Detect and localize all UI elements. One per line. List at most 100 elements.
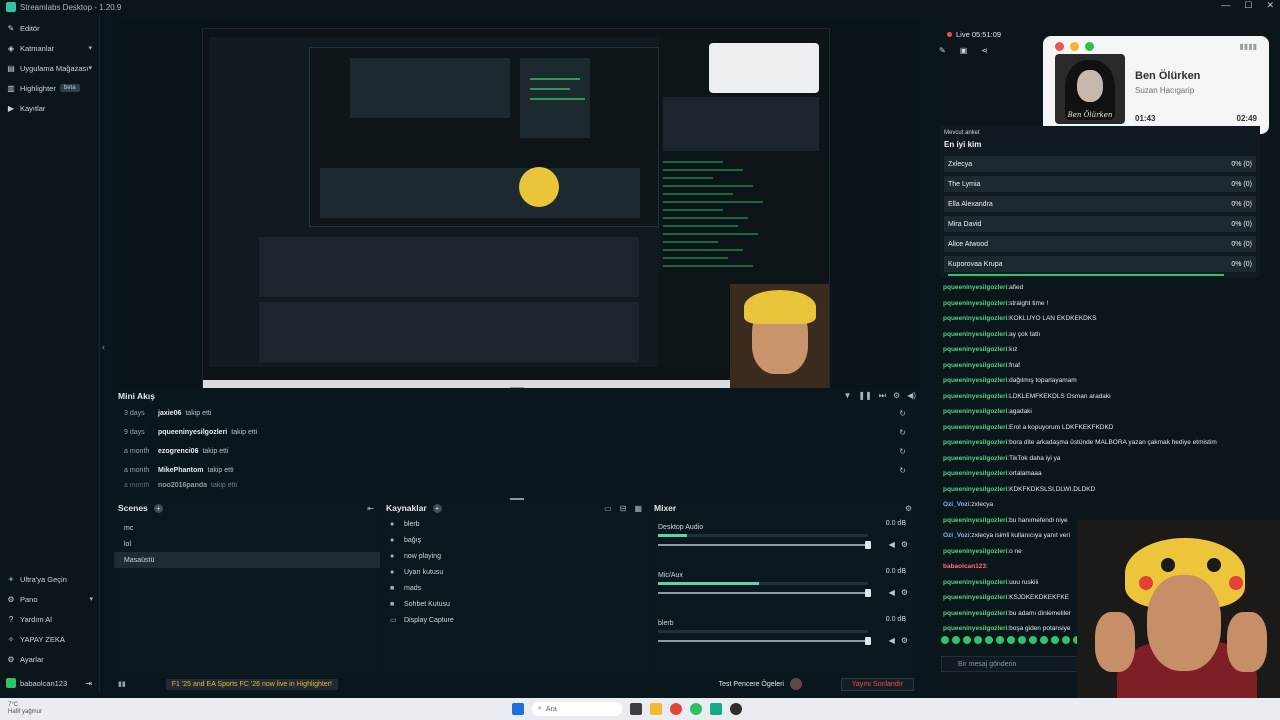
chat-username[interactable]: pqueeninyesilgozleri	[943, 393, 1007, 400]
end-stream-button[interactable]: Yayını Sonlandır	[840, 677, 914, 691]
source-item[interactable]: ● now playing	[382, 548, 648, 564]
chat-username[interactable]: pqueeninyesilgozleri	[943, 625, 1007, 632]
streamlabs-taskbar-icon[interactable]	[710, 703, 722, 715]
source-settings-icon[interactable]: ▦	[634, 504, 642, 513]
add-source-button[interactable]: +	[432, 503, 442, 513]
file-explorer-icon[interactable]	[650, 703, 662, 715]
close-icon[interactable]: ✕	[1266, 0, 1274, 11]
sidebar-item-store[interactable]: ▤ Uygulama Mağazası ▾	[0, 58, 99, 78]
search-box[interactable]: ⌕ Ara	[532, 702, 622, 716]
minus-icon[interactable]: ⊟	[620, 504, 627, 513]
replay-icon[interactable]: ↻	[899, 409, 906, 418]
source-item[interactable]: ■ Sohbet Kutusu	[382, 596, 648, 612]
volume-slider[interactable]	[658, 640, 868, 642]
chat-username[interactable]: pqueeninyesilgozleri	[943, 331, 1007, 338]
test-widgets-button[interactable]: Test Pencere Ögeleri	[719, 681, 784, 688]
source-item[interactable]: ● Uyarı kutusu	[382, 564, 648, 580]
speaker-icon[interactable]: ◀	[889, 588, 895, 597]
stream-preview[interactable]: ‹	[102, 20, 922, 393]
chat-username[interactable]: pqueeninyesilgozleri	[943, 455, 1007, 462]
chat-username[interactable]: pqueeninyesilgozleri	[943, 594, 1007, 601]
sidebar-item-ultra[interactable]: ✦ Ultra'ya Geçin	[0, 569, 100, 589]
volume-knob[interactable]	[865, 541, 871, 549]
app-taskbar-icon[interactable]	[730, 703, 742, 715]
chat-username[interactable]: pqueeninyesilgozleri	[943, 377, 1007, 384]
pause-icon[interactable]: ❚❚	[858, 391, 871, 401]
chat-username[interactable]: pqueeninyesilgozleri	[943, 517, 1007, 524]
sidebar-item-highlighter[interactable]: ▥ Highlighter beta	[0, 78, 99, 98]
source-item[interactable]: ● bağış	[382, 532, 648, 548]
chat-username[interactable]: pqueeninyesilgozleri	[943, 470, 1007, 477]
news-banner[interactable]: F1 '25 and EA Sports FC '26 now live in …	[165, 678, 338, 690]
weather-widget[interactable]: 7°C Hafif yağmur	[8, 702, 42, 716]
chat-username[interactable]: pqueeninyesilgozleri	[943, 424, 1007, 431]
sidebar-item-dashboard[interactable]: ⚙ Pano ▾	[0, 589, 100, 609]
chat-username[interactable]: pqueeninyesilgozleri	[943, 486, 1007, 493]
add-scene-button[interactable]: +	[153, 503, 163, 513]
source-item[interactable]: ▭ Display Capture	[382, 612, 648, 628]
collapse-left-icon[interactable]: ‹	[102, 342, 105, 352]
collapse-icon[interactable]: ⇤	[367, 504, 374, 513]
chevron-down-icon[interactable]: ▾	[88, 44, 92, 52]
volume-icon[interactable]: ◀)	[907, 391, 916, 401]
chevron-down-icon[interactable]: ▾	[89, 595, 93, 603]
replay-icon[interactable]: ↻	[899, 428, 906, 437]
source-item[interactable]: ■ mads	[382, 580, 648, 596]
chat-username[interactable]: pqueeninyesilgozleri	[943, 300, 1007, 307]
skip-icon[interactable]: ⏭	[879, 391, 886, 401]
stats-icon[interactable]: ▮▮	[118, 680, 126, 688]
speaker-icon[interactable]: ◀	[889, 540, 895, 549]
share-icon[interactable]: ⋖	[981, 46, 988, 55]
speaker-icon[interactable]: ◀	[889, 636, 895, 645]
spotify-icon[interactable]	[690, 703, 702, 715]
volume-slider[interactable]	[658, 544, 868, 546]
gift-icon[interactable]: ▣	[960, 46, 968, 55]
start-icon[interactable]	[512, 703, 524, 715]
chat-username[interactable]: pqueeninyesilgozleri	[943, 408, 1007, 415]
chat-username[interactable]: pqueeninyesilgozleri	[943, 579, 1007, 586]
sidebar-item-ai[interactable]: ✧ YAPAY ZEKA	[0, 629, 100, 649]
filter-icon[interactable]: ▼	[843, 391, 851, 401]
task-view-icon[interactable]	[630, 703, 642, 715]
chat-username[interactable]: pqueeninyesilgozleri	[943, 610, 1007, 617]
edit-icon[interactable]: ✎	[939, 46, 946, 55]
user-account[interactable]: babaolcan123 ⇥	[0, 674, 100, 692]
chat-username[interactable]: pqueeninyesilgozleri	[943, 284, 1007, 291]
maximize-icon[interactable]: ☐	[1244, 0, 1252, 11]
folder-icon[interactable]: ▭	[604, 504, 612, 513]
scene-item[interactable]: mc	[114, 520, 380, 536]
sidebar-item-recordings[interactable]: ▶ Kayıtlar	[0, 98, 99, 118]
replay-icon[interactable]: ↻	[899, 466, 906, 475]
chat-username[interactable]: pqueeninyesilgozleri	[943, 315, 1007, 322]
emote-row[interactable]	[941, 636, 1092, 644]
chat-username[interactable]: pqueeninyesilgozleri	[943, 362, 1007, 369]
mixer-settings-icon[interactable]: ⚙	[905, 504, 912, 513]
chat-username[interactable]: pqueeninyesilgozleri	[943, 346, 1007, 353]
volume-knob[interactable]	[865, 589, 871, 597]
minimize-icon[interactable]: —	[1221, 0, 1230, 11]
gear-icon[interactable]: ⚙	[901, 588, 908, 597]
chat-username[interactable]: Ozi_Vozi	[943, 532, 970, 539]
source-item[interactable]: ● blerb	[382, 516, 648, 532]
volume-slider[interactable]	[658, 592, 868, 594]
chat-username[interactable]: babaolcan123	[943, 563, 986, 570]
sidebar-item-settings[interactable]: ⚙ Ayarlar	[0, 649, 100, 669]
sidebar-item-help[interactable]: ? Yardım Al	[0, 609, 100, 629]
scene-item-selected[interactable]: Masaüstü	[114, 552, 380, 568]
chat-username[interactable]: pqueeninyesilgozleri	[943, 439, 1007, 446]
record-button[interactable]	[790, 678, 802, 690]
text-source-icon: ●	[390, 520, 395, 528]
chat-username[interactable]: Ozi_Vozi	[943, 501, 970, 508]
settings-icon[interactable]: ⚙	[893, 391, 900, 401]
volume-knob[interactable]	[865, 637, 871, 645]
chrome-icon[interactable]	[670, 703, 682, 715]
chevron-down-icon[interactable]: ▾	[88, 64, 92, 72]
gear-icon[interactable]: ⚙	[901, 540, 908, 549]
scene-item[interactable]: lol	[114, 536, 380, 552]
sidebar-item-editor[interactable]: ✎ Editör	[0, 18, 99, 38]
logout-icon[interactable]: ⇥	[85, 679, 92, 688]
gear-icon[interactable]: ⚙	[901, 636, 908, 645]
chat-username[interactable]: pqueeninyesilgozleri	[943, 548, 1007, 555]
replay-icon[interactable]: ↻	[899, 447, 906, 456]
sidebar-item-layers[interactable]: ◈ Katmanlar ▾	[0, 38, 99, 58]
